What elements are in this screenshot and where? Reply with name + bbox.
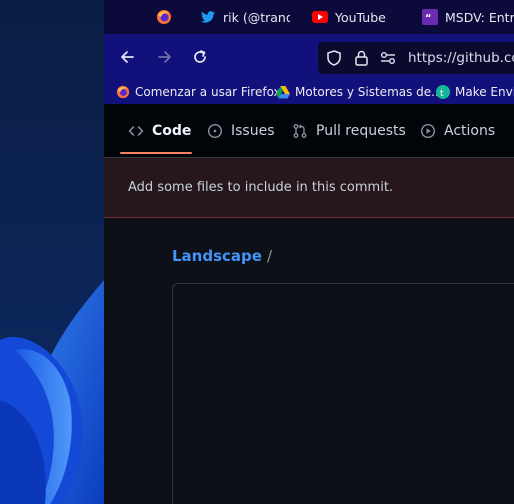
bookmark-motores[interactable]: Motores y Sistemas de... bbox=[276, 83, 443, 101]
windows-bloom-wallpaper bbox=[0, 280, 104, 504]
shield-icon[interactable] bbox=[326, 50, 342, 66]
file-drop-area[interactable] bbox=[172, 283, 514, 504]
flash-error-banner: Add some files to include in this commit… bbox=[104, 158, 514, 218]
firefox-icon bbox=[156, 9, 172, 25]
tab-label: Pull requests bbox=[316, 123, 406, 139]
forward-arrow-icon bbox=[158, 51, 171, 63]
navigation-toolbar: https://github.con bbox=[104, 34, 514, 80]
desktop-background bbox=[0, 0, 104, 504]
tab-firefox[interactable] bbox=[156, 0, 179, 34]
tab-actions[interactable]: Actions bbox=[420, 104, 495, 158]
breadcrumb-separator: / bbox=[266, 247, 273, 265]
tab-pull-requests[interactable]: Pull requests bbox=[292, 104, 406, 158]
youtube-icon bbox=[312, 9, 328, 25]
firefox-icon bbox=[116, 85, 130, 99]
back-arrow-icon bbox=[121, 51, 134, 63]
teal-circle-icon: t bbox=[436, 85, 450, 99]
tab-strip: rik (@tranqu YouTube “ MSDV: Entre bbox=[104, 0, 514, 34]
bookmark-make-envir[interactable]: t Make Envir bbox=[436, 83, 514, 101]
forward-button[interactable] bbox=[154, 46, 176, 68]
flash-message: Add some files to include in this commit… bbox=[128, 180, 394, 195]
address-bar[interactable]: https://github.con bbox=[318, 42, 514, 74]
back-button[interactable] bbox=[116, 46, 138, 68]
tab-issues[interactable]: Issues bbox=[207, 104, 275, 158]
tab-label: Actions bbox=[444, 123, 496, 139]
breadcrumb: Landscape / bbox=[172, 247, 272, 265]
google-drive-icon bbox=[276, 85, 290, 99]
repository-nav: Code Issues Pull requests Actions bbox=[104, 104, 514, 158]
browser-window: rik (@tranqu YouTube “ MSDV: Entre bbox=[104, 0, 514, 504]
svg-text:t: t bbox=[440, 89, 444, 99]
repo-link[interactable]: Landscape bbox=[172, 247, 262, 265]
bookmarks-toolbar: Comenzar a usar Firefox Motores y Sistem… bbox=[104, 80, 514, 104]
bookmark-label: Motores y Sistemas de... bbox=[295, 85, 443, 99]
tab-title: MSDV: Entre bbox=[445, 9, 514, 25]
svg-text:“: “ bbox=[425, 13, 432, 24]
code-icon bbox=[128, 126, 144, 136]
reload-icon bbox=[194, 50, 206, 63]
permissions-icon[interactable] bbox=[380, 50, 396, 66]
reload-button[interactable] bbox=[189, 46, 211, 68]
tab-title: YouTube bbox=[335, 9, 386, 25]
bookmark-label: Comenzar a usar Firefox bbox=[135, 85, 281, 99]
msdv-icon: “ bbox=[422, 9, 438, 25]
bookmark-label: Make Envir bbox=[455, 85, 514, 99]
url-text: https://github.con bbox=[408, 50, 514, 66]
tab-msdv[interactable]: “ MSDV: Entre bbox=[422, 0, 514, 34]
tab-label: Issues bbox=[231, 123, 275, 139]
tab-title: rik (@tranqu bbox=[223, 9, 290, 25]
tab-twitter[interactable]: rik (@tranqu bbox=[200, 0, 290, 34]
lock-icon[interactable] bbox=[353, 50, 369, 66]
actions-play-icon bbox=[420, 123, 436, 139]
bookmark-firefox[interactable]: Comenzar a usar Firefox bbox=[116, 83, 281, 101]
pull-request-icon bbox=[293, 124, 307, 138]
tab-youtube[interactable]: YouTube bbox=[312, 0, 386, 34]
active-tab-underline bbox=[120, 152, 192, 154]
tab-label: Code bbox=[152, 123, 192, 139]
twitter-icon bbox=[200, 9, 216, 25]
issue-icon bbox=[207, 123, 223, 139]
tab-code[interactable]: Code bbox=[128, 104, 191, 158]
